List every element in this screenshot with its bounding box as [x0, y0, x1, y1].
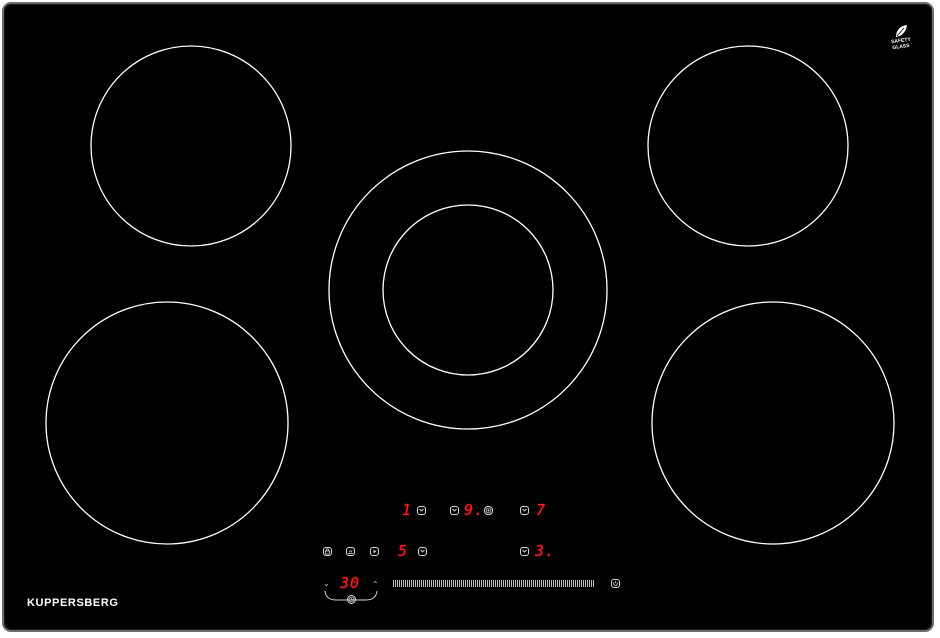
lock-icon[interactable]	[323, 547, 332, 556]
dual-ring-icon[interactable]	[484, 506, 493, 515]
level-display-top-right: 7	[536, 501, 547, 519]
zone-select-icon[interactable]	[520, 547, 529, 556]
zone-select-icon[interactable]	[450, 506, 459, 515]
level-display-bottom-left: 5	[398, 542, 409, 560]
timer-display: 30	[340, 574, 361, 592]
power-icon[interactable]	[611, 579, 620, 588]
pause-icon[interactable]	[370, 547, 379, 556]
keep-warm-icon[interactable]	[346, 547, 355, 556]
zone-center-inner[interactable]	[382, 204, 554, 376]
zone-center-outer[interactable]	[328, 150, 608, 430]
cooking-zones	[45, 45, 895, 601]
zone-top-right[interactable]	[647, 45, 849, 247]
leaf-icon	[896, 25, 907, 37]
level-display-top-center: 9.	[464, 501, 485, 519]
zone-bottom-right[interactable]	[651, 301, 895, 545]
zone-top-left[interactable]	[90, 45, 292, 247]
power-level-slider[interactable]	[393, 580, 595, 587]
zone-bottom-left[interactable]	[45, 301, 289, 545]
level-display-bottom-right: 3.	[535, 542, 556, 560]
zone-select-icon[interactable]	[520, 506, 529, 515]
chevron-down-icon[interactable]: ⌄	[323, 580, 330, 588]
chevron-up-icon[interactable]: ⌃	[372, 581, 379, 589]
level-display-top-left: 1	[402, 501, 413, 519]
clock-icon[interactable]	[347, 595, 356, 604]
safety-glass-badge: SAFETY GLASS	[884, 24, 918, 54]
zone-select-icon[interactable]	[418, 547, 427, 556]
zone-select-icon[interactable]	[417, 506, 426, 515]
brand-logo: KUPPERSBERG	[27, 597, 119, 609]
